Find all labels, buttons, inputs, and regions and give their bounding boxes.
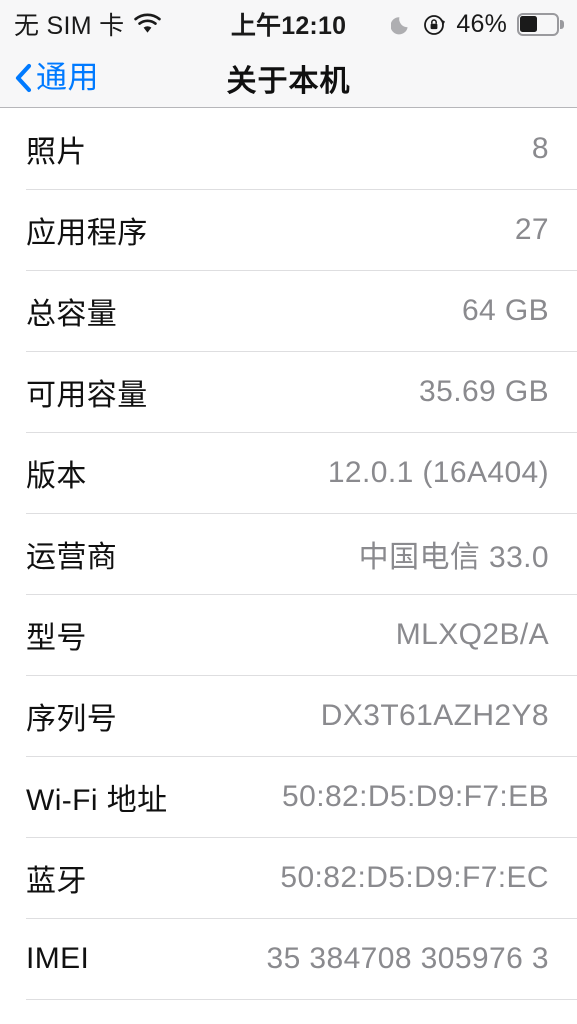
moon-icon (391, 13, 413, 35)
battery-fill (520, 15, 537, 33)
row-value: MLXQ2B/A (395, 617, 549, 651)
row-value: 8 (531, 131, 549, 165)
table-row[interactable]: 蓝牙 50:82:D5:D9:F7:EC (0, 837, 577, 918)
row-value: 35.69 GB (419, 374, 549, 408)
table-row[interactable]: 型号 MLXQ2B/A (0, 594, 577, 675)
clock-label: 上午12:10 (230, 12, 347, 40)
navigation-bar: 通用 关于本机 (0, 48, 577, 108)
row-label: 型号 (26, 621, 87, 655)
chevron-left-icon (14, 63, 32, 93)
row-label: IMEI (26, 941, 90, 975)
row-label: 版本 (26, 459, 87, 493)
table-row[interactable]: 序列号 DX3T61AZH2Y8 (0, 675, 577, 756)
iphone-settings-about-screen: 无 SIM 卡 上午12:10 46% 通用 关于本机 照片 8 应用程序 27… (0, 0, 577, 1024)
table-row[interactable]: MEID35384708305976 (0, 999, 577, 1024)
row-label: 应用程序 (26, 216, 148, 250)
row-label: Wi-Fi 地址 (26, 783, 168, 817)
row-label: 序列号 (26, 702, 118, 736)
battery-icon (517, 12, 564, 36)
back-button-label: 通用 (36, 60, 99, 95)
battery-percent-label: 46% (456, 9, 507, 38)
row-label: 可用容量 (26, 378, 148, 412)
table-row[interactable]: 应用程序 27 (0, 189, 577, 270)
table-row[interactable]: 总容量 64 GB (0, 270, 577, 351)
row-value: DX3T61AZH2Y8 (320, 698, 549, 732)
row-label: 运营商 (26, 540, 118, 574)
row-label: 总容量 (26, 297, 118, 331)
status-bar: 无 SIM 卡 上午12:10 46% (0, 0, 577, 48)
status-bar-left: 无 SIM 卡 (14, 6, 162, 42)
carrier-label: 无 SIM 卡 (14, 12, 125, 40)
row-value: 64 GB (461, 293, 549, 327)
table-row[interactable]: 版本 12.0.1 (16A404) (0, 432, 577, 513)
about-info-list: 照片 8 应用程序 27 总容量 64 GB 可用容量 35.69 GB 版本 12.0.1 (1… (0, 108, 577, 1024)
back-button[interactable]: 通用 (0, 62, 99, 93)
row-value: 35 384708 305976 3 (266, 941, 549, 975)
row-label: 照片 (26, 135, 87, 169)
table-row[interactable]: Wi-Fi 地址 50:82:D5:D9:F7:EB (0, 756, 577, 837)
wifi-icon (133, 13, 162, 35)
row-value: 27 (514, 212, 549, 246)
status-bar-right: 46% (391, 9, 564, 39)
rotation-lock-icon (423, 13, 446, 36)
row-label: 蓝牙 (26, 864, 87, 898)
row-value: 50:82:D5:D9:F7:EC (280, 860, 549, 894)
row-value: 12.0.1 (16A404) (327, 455, 549, 489)
table-row[interactable]: 可用容量 35.69 GB (0, 351, 577, 432)
table-row[interactable]: IMEI 35 384708 305976 3 (0, 918, 577, 999)
row-value: 中国电信 33.0 (358, 540, 549, 574)
table-row[interactable]: 运营商 中国电信 33.0 (0, 513, 577, 594)
row-value: 50:82:D5:D9:F7:EB (282, 779, 549, 813)
table-row[interactable]: 照片 8 (0, 108, 577, 189)
battery-cap (560, 20, 564, 29)
